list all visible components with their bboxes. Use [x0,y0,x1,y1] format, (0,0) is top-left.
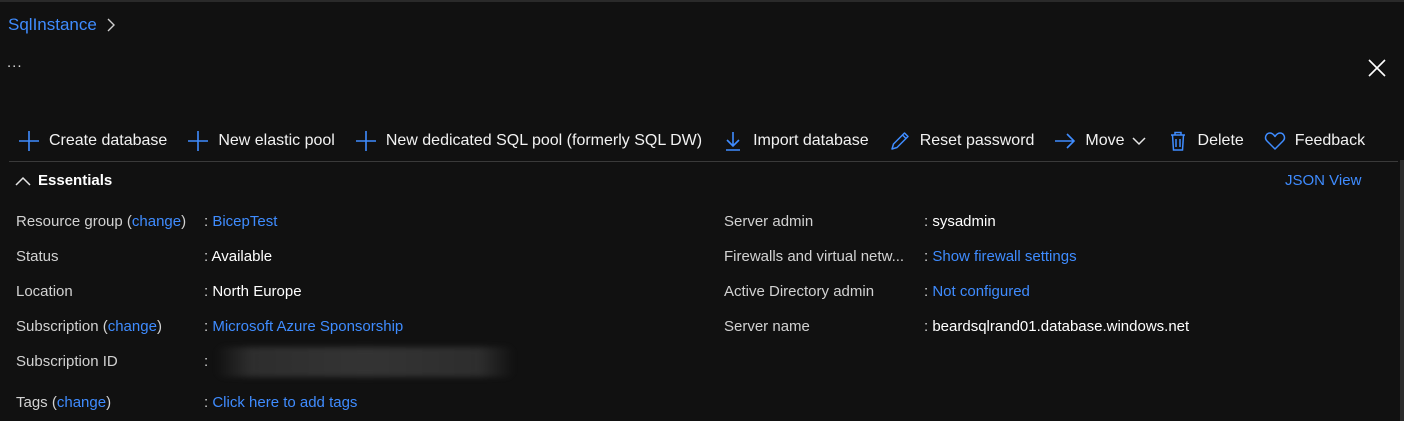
create-database-label: Create database [49,132,168,149]
delete-label: Delete [1197,132,1244,149]
location-label: Location [16,283,73,300]
import-database-button[interactable]: Import database [722,126,869,156]
subscription-id-label: Subscription ID [16,353,118,370]
ad-admin-label: Active Directory admin [724,283,875,300]
chevron-up-icon [15,176,31,186]
server-name-value-row: : beardsqlrand01.database.windows.net [924,318,1190,335]
new-dedicated-sql-pool-label: New dedicated SQL pool (formerly SQL DW) [385,132,703,149]
breadcrumb-item-sqlinstance[interactable]: SqlInstance [8,15,97,35]
firewalls-label-row: Firewalls and virtual netw... [724,246,904,268]
resource-group-value-link[interactable]: BicepTest [212,213,277,230]
add-tags-link[interactable]: Click here to add tags [212,394,357,411]
server-admin-label-row: Server admin [724,211,813,233]
top-border [0,0,1404,2]
scrollbar-track[interactable] [1400,160,1404,421]
feedback-button[interactable]: Feedback [1264,126,1365,156]
chevron-down-icon [1132,137,1146,146]
download-icon [722,130,744,152]
server-name-label: Server name [724,318,810,335]
ad-admin-value-row: : Not configured [924,283,1030,300]
firewalls-value-row: : Show firewall settings [924,248,1077,265]
feedback-label: Feedback [1294,132,1366,149]
resource-group-change-link[interactable]: change [132,213,181,230]
json-view-link[interactable]: JSON View [1285,172,1361,189]
new-elastic-pool-button[interactable]: New elastic pool [187,126,335,156]
resource-group-label-row: Resource group (change) [16,213,187,230]
show-firewall-settings-link[interactable]: Show firewall settings [932,248,1076,265]
server-admin-value: sysadmin [932,213,996,230]
reset-password-label: Reset password [919,132,1035,149]
ad-admin-label-row: Active Directory admin [724,281,874,303]
tags-change-link[interactable]: change [57,394,106,411]
move-label: Move [1085,132,1125,149]
server-admin-value-row: : sysadmin [924,213,996,230]
subscription-value-row: : Microsoft Azure Sponsorship [204,318,404,335]
tags-label-row: Tags (change) [16,394,112,411]
import-database-label: Import database [753,132,869,149]
new-dedicated-sql-pool-button[interactable]: New dedicated SQL pool (formerly SQL DW) [355,126,702,156]
server-admin-label: Server admin [724,213,814,230]
toolbar-divider [9,161,1398,162]
resource-group-label: Resource group [16,213,123,230]
move-dropdown-button[interactable]: Move [1054,126,1146,156]
close-icon[interactable] [1366,57,1388,79]
pencil-icon [889,130,911,152]
trash-icon [1167,130,1189,152]
location-value-row: : North Europe [204,283,302,300]
location-label-row: Location [16,281,73,303]
subscription-label: Subscription [16,318,99,335]
resource-group-value-row: : BicepTest [204,213,278,230]
redacted-subscription-id [215,347,515,377]
chevron-right-icon [107,18,115,32]
subscription-change-link[interactable]: change [108,318,157,335]
essentials-title: Essentials [38,172,113,189]
create-database-button[interactable]: Create database [18,126,167,156]
essentials-toggle[interactable]: Essentials [14,172,112,189]
new-elastic-pool-label: New elastic pool [218,132,335,149]
heart-icon [1264,130,1286,152]
breadcrumb: SqlInstance [8,15,117,35]
subscription-value-link[interactable]: Microsoft Azure Sponsorship [212,318,403,335]
delete-button[interactable]: Delete [1167,126,1244,156]
server-name-value: beardsqlrand01.database.windows.net [932,318,1190,335]
plus-icon [355,130,377,152]
plus-icon [18,130,40,152]
subscription-id-value-row: : [204,353,209,370]
ad-admin-not-configured-link[interactable]: Not configured [932,283,1030,300]
status-value-row: : Available [204,248,273,265]
server-name-label-row: Server name [724,316,810,338]
subscription-id-label-row: Subscription ID [16,351,118,373]
arrow-right-icon [1054,130,1076,152]
tags-value-row: : Click here to add tags [204,394,358,411]
plus-icon [187,130,209,152]
status-value: Available [211,248,273,265]
location-value: North Europe [212,283,302,300]
more-options-button[interactable]: ... [7,54,23,71]
status-label-row: Status [16,246,59,268]
tags-label: Tags [16,394,48,411]
subscription-label-row: Subscription (change) [16,318,162,335]
reset-password-button[interactable]: Reset password [889,126,1035,156]
firewalls-label: Firewalls and virtual netw... [724,248,905,265]
status-label: Status [16,248,59,265]
command-bar: Create database New elastic pool New ded… [18,126,1385,156]
